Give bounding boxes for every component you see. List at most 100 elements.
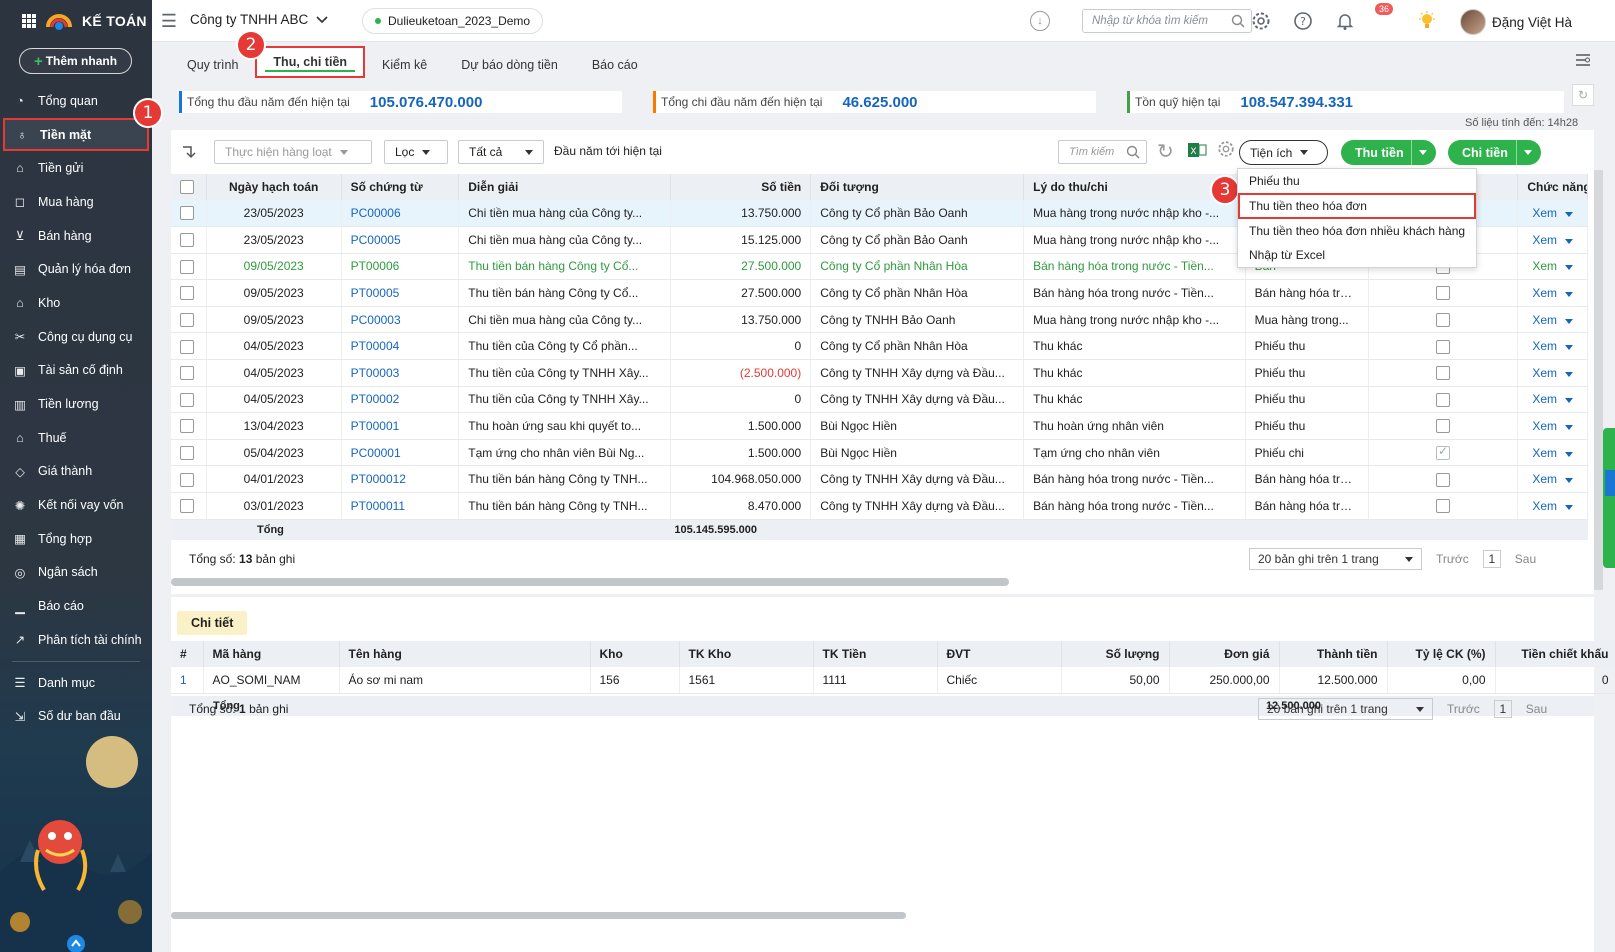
caret-down-icon[interactable] <box>1565 265 1574 271</box>
sidebar-item-list[interactable]: ☰ Danh mục <box>0 666 152 700</box>
voucher-no-cell[interactable]: PT000012 <box>341 465 460 494</box>
global-search-input[interactable]: Nhập từ khóa tìm kiếm <box>1082 9 1252 33</box>
sidebar-item-bank[interactable]: ⌂ Tiền gửi <box>0 151 152 185</box>
page-number[interactable]: 1 <box>1482 550 1501 568</box>
posted-checkbox[interactable] <box>1435 419 1450 434</box>
action-cell[interactable]: Xem <box>1517 386 1588 414</box>
posted-checkbox[interactable] <box>1435 366 1450 381</box>
voucher-no-cell[interactable]: PT00002 <box>341 386 460 414</box>
action-cell[interactable]: Xem <box>1517 492 1588 520</box>
company-selector[interactable]: Công ty TNHH ABC <box>190 12 328 27</box>
hamburger-menu-icon[interactable]: ☰ <box>158 10 180 32</box>
row-checkbox[interactable] <box>180 313 194 328</box>
receive-money-dropdown-toggle[interactable] <box>1411 140 1434 165</box>
prev-page-button[interactable]: Trước <box>1436 552 1469 566</box>
sidebar-item-tools[interactable]: ✂ Công cụ dụng cụ <box>0 320 152 354</box>
caret-down-icon[interactable] <box>1565 371 1574 377</box>
caret-down-icon[interactable] <box>1565 345 1574 351</box>
row-checkbox[interactable] <box>180 339 194 354</box>
posted-checkbox[interactable] <box>1435 286 1450 301</box>
voucher-no-cell[interactable]: PT00004 <box>341 332 460 361</box>
table-row[interactable]: 05/04/2023 PC00001 Tạm ứng cho nhân viên B… <box>171 439 1588 467</box>
table-row[interactable]: 09/05/2023 PC00003 Chi tiền mua hàng của C… <box>171 306 1588 334</box>
voucher-no-cell[interactable]: PC00005 <box>341 226 460 254</box>
table-row[interactable]: 04/05/2023 PT00003 Thu tiền của Công ty TN… <box>171 359 1588 387</box>
detail-column-header[interactable]: # <box>171 641 204 667</box>
page-size-select[interactable]: 20 bản ghi trên 1 trang <box>1258 698 1433 720</box>
detail-column-header[interactable]: TK Tiền <box>813 641 938 667</box>
database-selector[interactable]: Dulieuketoan_2023_Demo <box>362 8 544 34</box>
notification-bell-icon[interactable] <box>1334 10 1356 32</box>
caret-down-icon[interactable] <box>1565 238 1574 244</box>
caret-down-icon[interactable] <box>1565 451 1574 457</box>
sidebar-item-purchase-bag[interactable]: ◻ Mua hàng <box>0 185 152 219</box>
vertical-scrollbar[interactable] <box>1594 170 1603 590</box>
column-header[interactable]: Diễn giải <box>458 174 672 200</box>
detail-column-header[interactable]: Mã hàng <box>203 641 340 667</box>
posted-checkbox[interactable] <box>1435 313 1450 328</box>
receive-money-button[interactable]: Thu tiền <box>1341 140 1436 165</box>
detail-column-header[interactable]: Tiền chiết khấu <box>1495 641 1615 667</box>
row-checkbox[interactable] <box>180 446 194 461</box>
sidebar-item-tax[interactable]: ⌂ Thuế <box>0 421 152 455</box>
filter-dropdown[interactable]: Lọc <box>384 140 448 164</box>
tab-3[interactable]: Dự báo dòng tiền <box>444 52 575 78</box>
column-settings-icon[interactable] <box>1217 140 1235 161</box>
row-checkbox[interactable] <box>180 499 194 514</box>
detail-tab[interactable]: Chi tiết <box>177 611 248 635</box>
row-checkbox[interactable] <box>180 392 194 407</box>
sidebar-item-invoice[interactable]: ▤ Quản lý hóa đơn <box>0 252 152 286</box>
sidebar-item-summary[interactable]: ▦ Tổng hợp <box>0 522 152 556</box>
row-checkbox[interactable] <box>180 419 194 434</box>
excel-export-icon[interactable]: X <box>1187 140 1207 163</box>
detail-column-header[interactable]: Đơn giá <box>1169 641 1280 667</box>
detail-column-header[interactable]: Tỷ lệ CK (%) <box>1387 641 1496 667</box>
sidebar-item-dashboard[interactable]: ◔ Tổng quan <box>0 84 152 118</box>
page-size-select[interactable]: 20 bản ghi trên 1 trang <box>1249 548 1422 570</box>
column-header[interactable]: Đối tượng <box>810 174 1025 200</box>
posted-checkbox[interactable] <box>1435 392 1450 407</box>
prev-page-button[interactable]: Trước <box>1447 702 1480 716</box>
help-icon[interactable]: ? <box>1292 10 1314 32</box>
detail-horizontal-scrollbar[interactable] <box>171 912 906 919</box>
action-cell[interactable]: Xem <box>1517 306 1588 334</box>
quick-add-button[interactable]: + Thêm nhanh <box>19 48 132 74</box>
sidebar-item-asset[interactable]: ▣ Tài sản cố định <box>0 354 152 388</box>
column-header[interactable]: Số tiền <box>670 174 812 200</box>
sidebar-item-price-tag[interactable]: ◇ Giá thành <box>0 455 152 489</box>
table-row[interactable]: 04/05/2023 PT00004 Thu tiền của Công ty Cổ… <box>171 332 1588 361</box>
caret-down-icon[interactable] <box>1565 425 1574 431</box>
action-cell[interactable]: Xem <box>1517 200 1588 228</box>
sidebar-item-cart[interactable]: ⊻ Bán hàng <box>0 219 152 253</box>
caret-down-icon[interactable] <box>1565 504 1574 510</box>
action-cell[interactable]: Xem <box>1517 465 1588 494</box>
layout-settings-icon[interactable] <box>1575 53 1591 70</box>
voucher-no-cell[interactable]: PC00006 <box>341 200 460 228</box>
menu-item-import-excel[interactable]: Nhập từ Excel <box>1238 243 1476 267</box>
caret-down-icon[interactable] <box>1565 478 1574 484</box>
horizontal-scrollbar[interactable] <box>171 578 1009 586</box>
side-panel-handle[interactable] <box>1603 428 1615 568</box>
utilities-dropdown[interactable]: Tiện ích <box>1239 140 1328 165</box>
table-row[interactable]: 04/01/2023 PT000012 Thu tiền bán hàng Công… <box>171 465 1588 494</box>
next-page-button[interactable]: Sau <box>1515 552 1536 566</box>
caret-down-icon[interactable] <box>1565 212 1574 218</box>
detail-column-header[interactable]: Thành tiền <box>1279 641 1388 667</box>
lightbulb-icon[interactable] <box>1416 10 1438 32</box>
user-menu[interactable]: Đặng Việt Hà <box>1460 9 1572 35</box>
voucher-no-cell[interactable]: PC00001 <box>341 439 460 467</box>
pay-money-button[interactable]: Chi tiền <box>1448 140 1541 165</box>
select-all-checkbox[interactable] <box>180 180 194 195</box>
next-page-button[interactable]: Sau <box>1526 702 1547 716</box>
posted-checkbox[interactable] <box>1435 339 1450 354</box>
action-cell[interactable]: Xem <box>1517 253 1588 281</box>
menu-item-receive-by-invoice[interactable]: Thu tiền theo hóa đơn <box>1238 193 1476 219</box>
column-header[interactable]: Số chứng từ <box>341 174 460 200</box>
sidebar-item-report[interactable]: ▁ Báo cáo <box>0 589 152 623</box>
row-checkbox[interactable] <box>180 259 194 274</box>
column-header[interactable]: Ngày hạch toán <box>206 174 342 200</box>
action-cell[interactable]: Xem <box>1517 332 1588 361</box>
detail-column-header[interactable]: Số lượng <box>1061 641 1170 667</box>
column-header[interactable]: Chức năng <box>1517 174 1588 200</box>
caret-down-icon[interactable] <box>1565 318 1574 324</box>
